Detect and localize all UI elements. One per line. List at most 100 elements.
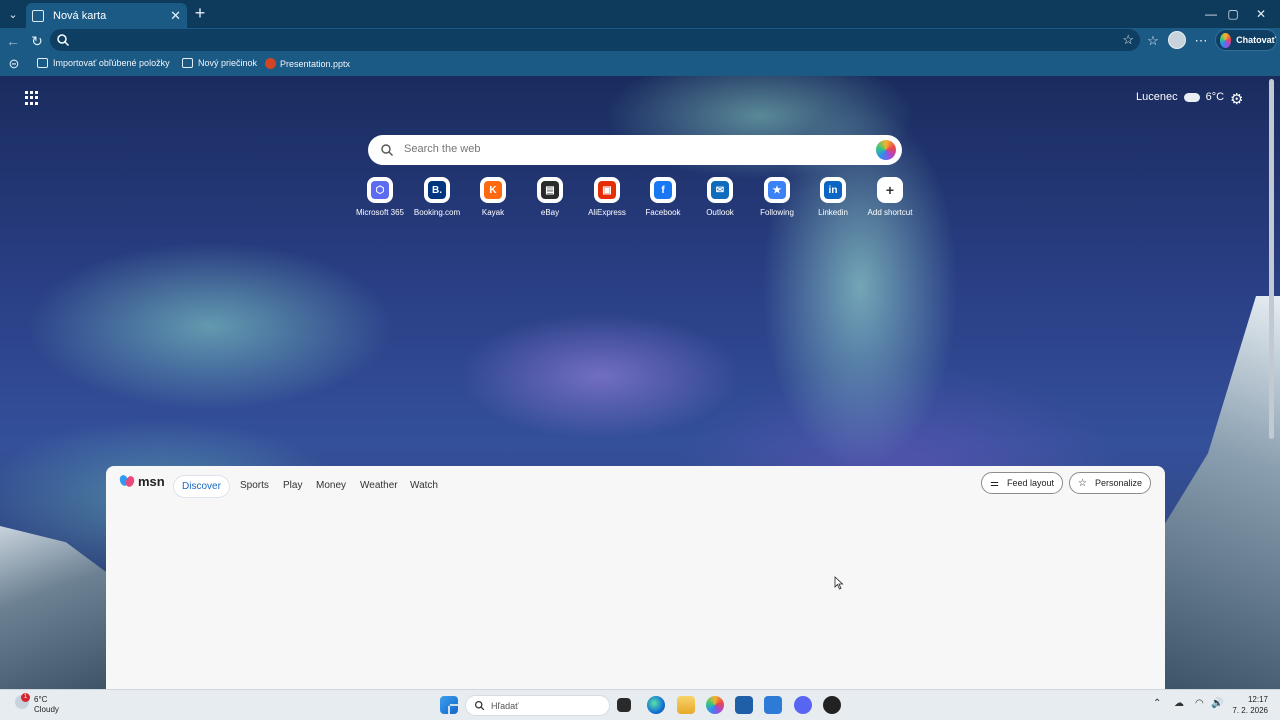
personalize-button[interactable]: ☆ Personalize bbox=[1069, 472, 1151, 494]
shortcut-tile[interactable]: + bbox=[877, 177, 903, 203]
add-shortcut-icon: + bbox=[881, 181, 899, 199]
tab-actions-menu[interactable]: ⌄ bbox=[0, 0, 26, 28]
shortcut-aliexpress[interactable]: ▣ AliExpress bbox=[575, 177, 639, 217]
shortcut-label: Booking.com bbox=[413, 208, 461, 217]
volume-icon[interactable]: 🔊 bbox=[1211, 698, 1223, 709]
taskbar-weather-temp: 6°C bbox=[34, 695, 48, 704]
search-icon bbox=[381, 144, 393, 156]
shortcut-tile[interactable]: ▣ bbox=[594, 177, 620, 203]
task-view-icon[interactable] bbox=[617, 698, 631, 712]
following-icon: ★ bbox=[768, 181, 786, 199]
address-bar[interactable]: ☆ bbox=[50, 29, 1140, 51]
sparkle-star-icon: ☆ bbox=[1078, 477, 1087, 489]
favorite-folder[interactable]: Nový priečinok bbox=[182, 58, 257, 68]
personalize-label: Personalize bbox=[1094, 478, 1142, 488]
mountain-right bbox=[1160, 296, 1280, 689]
shortcut-label: Kayak bbox=[481, 208, 505, 217]
folder-icon bbox=[182, 58, 193, 68]
shortcut-label: Add shortcut bbox=[867, 208, 913, 217]
shortcut-tile[interactable]: ✉ bbox=[707, 177, 733, 203]
tab-play[interactable]: Play bbox=[275, 475, 310, 496]
shortcut-label: Outlook bbox=[706, 208, 734, 217]
facebook-icon: f bbox=[654, 181, 672, 199]
chevron-down-icon: ⌄ bbox=[8, 8, 18, 21]
file-explorer-icon[interactable] bbox=[677, 696, 695, 714]
shortcut-facebook[interactable]: f Facebook bbox=[631, 177, 695, 217]
back-button[interactable]: ← bbox=[4, 32, 22, 50]
start-icon[interactable] bbox=[440, 696, 458, 714]
linkedin-icon: in bbox=[824, 181, 842, 199]
toolbar: ← ↻ ☆ ☆ ⋯ Chatovať bbox=[0, 28, 1280, 53]
search-input[interactable] bbox=[404, 143, 844, 155]
more-icon[interactable]: ⋯ bbox=[1192, 32, 1210, 50]
tab-discover[interactable]: Discover bbox=[173, 475, 230, 498]
page-scrollbar[interactable] bbox=[1267, 76, 1276, 686]
msn-logo[interactable]: msn bbox=[118, 473, 165, 489]
shortcut-tile[interactable]: K bbox=[480, 177, 506, 203]
shortcut-tile[interactable]: ⬡ bbox=[367, 177, 393, 203]
collections-icon[interactable]: ⊝ bbox=[5, 55, 23, 73]
shortcut-label: eBay bbox=[540, 208, 560, 217]
shortcut-label: AliExpress bbox=[588, 208, 626, 217]
app-launcher-icon[interactable] bbox=[25, 91, 39, 105]
shortcut-tile[interactable]: B. bbox=[424, 177, 450, 203]
new-tab-button[interactable]: + bbox=[191, 4, 209, 22]
shortcut-tile[interactable]: ▤ bbox=[537, 177, 563, 203]
onedrive-icon[interactable]: ☁ bbox=[1174, 698, 1184, 709]
gear-icon[interactable]: ⚙ bbox=[1230, 90, 1243, 108]
shortcut-following[interactable]: ★ Following bbox=[745, 177, 809, 217]
shortcut-tile[interactable]: in bbox=[820, 177, 846, 203]
copilot-icon[interactable] bbox=[876, 140, 896, 160]
close-icon[interactable]: ✕ bbox=[170, 8, 181, 24]
discord-icon[interactable] bbox=[794, 696, 812, 714]
favorites-icon[interactable]: ☆ bbox=[1144, 32, 1162, 50]
edge-icon[interactable] bbox=[647, 696, 665, 714]
shortcut-tile[interactable]: ★ bbox=[764, 177, 790, 203]
favorite-import[interactable]: Importovať obľúbené položky bbox=[37, 58, 170, 68]
msn-butterfly-icon bbox=[118, 473, 136, 489]
shortcut-kayak[interactable]: K Kayak bbox=[461, 177, 525, 217]
shortcut-tile[interactable]: f bbox=[650, 177, 676, 203]
store-icon[interactable] bbox=[735, 696, 753, 714]
tab-weather[interactable]: Weather bbox=[352, 475, 406, 496]
msn-feed: msn Discover Sports Play Money Weather W… bbox=[106, 466, 1165, 689]
chatgpt-icon[interactable] bbox=[823, 696, 841, 714]
refresh-button[interactable]: ↻ bbox=[28, 32, 46, 50]
shortcut-label: Linkedin bbox=[818, 208, 848, 217]
weather-widget[interactable]: Lucenec 6°C bbox=[1136, 91, 1224, 103]
tab-sports[interactable]: Sports bbox=[232, 475, 277, 496]
shortcut-ebay[interactable]: ▤ eBay bbox=[518, 177, 582, 217]
microsoft365-icon: ⬡ bbox=[371, 181, 389, 199]
import-icon bbox=[37, 58, 48, 68]
taskbar-weather-widget[interactable]: 1 6°C Cloudy bbox=[15, 693, 59, 715]
outlook-icon[interactable] bbox=[764, 696, 782, 714]
taskbar-search[interactable]: Hľadať bbox=[465, 695, 610, 716]
scrollbar-thumb[interactable] bbox=[1269, 79, 1274, 439]
copilot-app-icon[interactable] bbox=[706, 696, 724, 714]
favorite-label: Importovať obľúbené položky bbox=[53, 58, 170, 68]
star-icon[interactable]: ☆ bbox=[1122, 32, 1134, 48]
clock[interactable]: 12:17 7. 2. 2026 bbox=[1228, 694, 1268, 716]
shortcut-outlook[interactable]: ✉ Outlook bbox=[688, 177, 752, 217]
tab-page-icon bbox=[32, 9, 44, 22]
copilot-chat-button[interactable]: Chatovať bbox=[1215, 29, 1277, 51]
chat-label: Chatovať bbox=[1236, 35, 1276, 45]
shortcut-linkedin[interactable]: in Linkedin bbox=[801, 177, 865, 217]
close-window-button[interactable]: ✕ bbox=[1244, 0, 1278, 28]
weather-icon: 1 bbox=[15, 693, 30, 709]
shortcut-add-shortcut[interactable]: + Add shortcut bbox=[858, 177, 922, 217]
profile-avatar[interactable] bbox=[1168, 31, 1186, 49]
booking-icon: B. bbox=[428, 181, 446, 199]
wifi-icon[interactable]: ◠ bbox=[1195, 698, 1204, 709]
chevron-up-icon[interactable]: ⌃ bbox=[1153, 698, 1161, 709]
shortcut-microsoft365[interactable]: ⬡ Microsoft 365 bbox=[348, 177, 412, 217]
shortcut-booking[interactable]: B. Booking.com bbox=[405, 177, 469, 217]
kayak-icon: K bbox=[484, 181, 502, 199]
tab-money[interactable]: Money bbox=[308, 475, 354, 496]
feed-layout-button[interactable]: ⚌ Feed layout bbox=[981, 472, 1063, 494]
browser-tab[interactable]: Nová karta ✕ bbox=[26, 3, 187, 28]
web-search-box[interactable] bbox=[368, 135, 902, 165]
tab-watch[interactable]: Watch bbox=[402, 475, 446, 496]
favorite-label: Nový priečinok bbox=[198, 58, 258, 68]
favorite-presentation[interactable]: Presentation.pptx bbox=[265, 58, 350, 69]
